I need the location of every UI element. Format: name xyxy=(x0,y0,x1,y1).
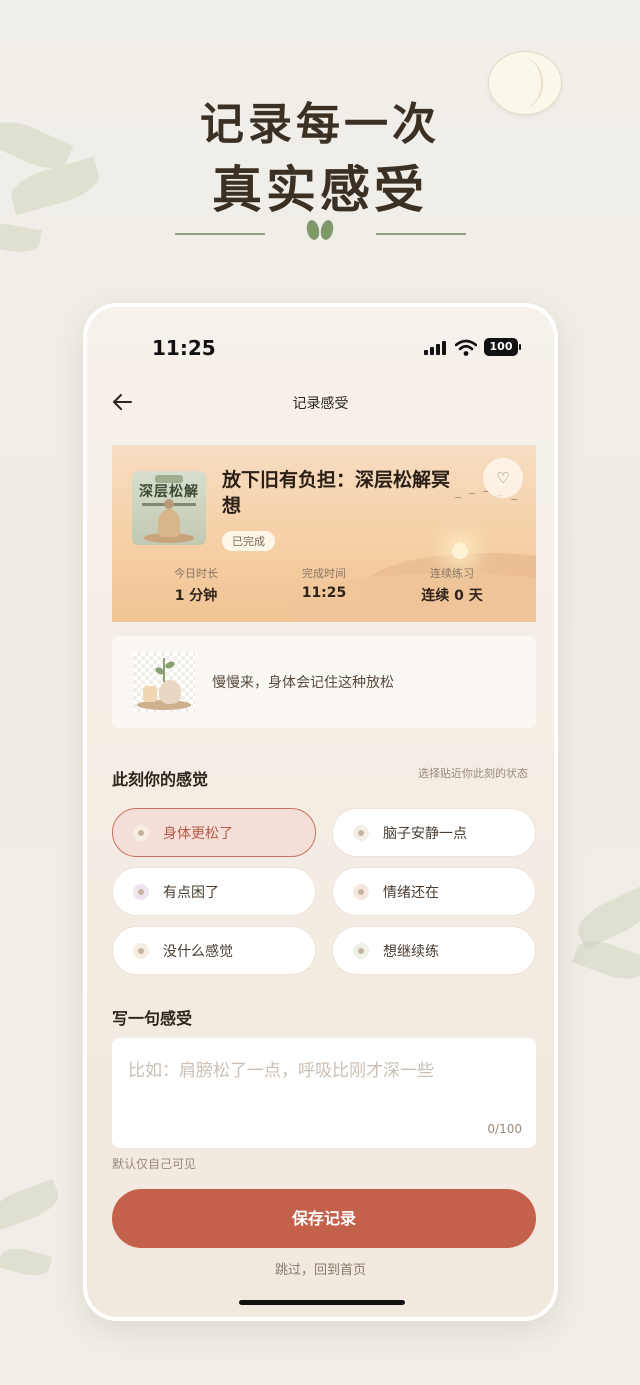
cellular-signal-icon xyxy=(424,341,448,355)
wifi-icon xyxy=(455,339,477,356)
status-time: 11:25 xyxy=(152,336,216,360)
calm-icon xyxy=(353,824,369,841)
stat-value: 连续 0 天 xyxy=(421,588,483,604)
note-section-title: 写一句感受 xyxy=(112,1009,193,1028)
quote-card: 慢慢来，身体会记住这种放松 xyxy=(112,636,536,728)
feelings-section-title: 此刻你的感觉 xyxy=(112,770,209,789)
session-thumbnail: 深层松解 xyxy=(132,471,206,545)
quote-text: 慢慢来，身体会记住这种放松 xyxy=(212,675,394,691)
chip-label: 脑子安静一点 xyxy=(383,825,467,842)
feeling-chip-no-feeling[interactable]: 没什么感觉 xyxy=(112,926,316,975)
leaf-decoration xyxy=(0,219,42,257)
moon-icon xyxy=(133,883,149,900)
ornament-line-right xyxy=(376,233,466,235)
privacy-note: 默认仅自己可见 xyxy=(112,1157,197,1171)
stat-today-duration: 今日时长 1 分钟 xyxy=(136,565,256,605)
vase-shape xyxy=(159,680,181,704)
feelings-hint: 选择贴近你此刻的状态 xyxy=(418,767,528,780)
hero-title-line1: 记录每一次 xyxy=(200,99,440,150)
battery-icon: 100 xyxy=(484,338,521,356)
skip-link[interactable]: 跳过，回到首页 xyxy=(87,1259,554,1278)
stat-streak: 连续练习 连续 0 天 xyxy=(392,565,512,605)
meditation-figure-icon xyxy=(158,499,180,537)
hero-title-line2: 真实感受 xyxy=(212,160,428,219)
stat-label: 连续练习 xyxy=(430,567,474,580)
favorite-heart-icon[interactable]: ♡ xyxy=(483,458,523,498)
leaf-decoration xyxy=(0,1178,64,1232)
home-indicator[interactable] xyxy=(239,1300,405,1305)
feeling-chip-continue[interactable]: 想继续练 xyxy=(332,926,536,975)
stat-value: 1 分钟 xyxy=(174,588,218,604)
chip-label: 有点困了 xyxy=(163,884,219,901)
feeling-note-input[interactable]: 比如：肩膀松了一点，呼吸比刚才深一些 0/100 xyxy=(112,1038,536,1148)
feeling-chip-sleepy[interactable]: 有点困了 xyxy=(112,867,316,916)
status-badge: 已完成 xyxy=(222,531,275,551)
stat-value: 11:25 xyxy=(301,585,347,601)
chip-label: 情绪还在 xyxy=(383,884,439,901)
session-title: 放下旧有负担：深层松解冥想 xyxy=(222,469,451,517)
sun-decoration xyxy=(452,543,468,559)
leaf-decoration xyxy=(571,884,640,950)
leaf-decoration xyxy=(571,933,640,987)
phone-frame: 11:25 100 记录感受 深层松解 放下旧有负担：深层松解冥想 已完成 ♡ … xyxy=(83,303,558,1321)
cup-shape xyxy=(143,686,157,702)
stat-label: 完成时间 xyxy=(302,567,346,580)
thumbnail-title: 深层松解 xyxy=(139,484,199,500)
session-banner: 深层松解 放下旧有负担：深层松解冥想 已完成 ♡ 今日时长 1 分钟 完成时间 … xyxy=(112,445,536,622)
chip-label: 身体更松了 xyxy=(163,825,233,842)
page-title: 记录感受 xyxy=(292,396,349,412)
sprout-icon xyxy=(307,218,333,246)
neutral-face-icon xyxy=(133,942,149,959)
plant-icon xyxy=(163,658,181,682)
chip-label: 没什么感觉 xyxy=(163,943,233,960)
leaf-icon xyxy=(133,824,149,841)
note-placeholder: 比如：肩膀松了一点，呼吸比刚才深一些 xyxy=(128,1061,434,1081)
app-screen: 11:25 100 记录感受 深层松解 放下旧有负担：深层松解冥想 已完成 ♡ … xyxy=(87,307,554,1317)
feeling-chip-mind-quiet[interactable]: 脑子安静一点 xyxy=(332,808,536,857)
ornament-line-left xyxy=(175,233,265,235)
stat-label: 今日时长 xyxy=(174,567,218,580)
tea-plant-image xyxy=(133,652,195,712)
cloud-icon xyxy=(353,883,369,900)
feeling-chip-emotion-remains[interactable]: 情绪还在 xyxy=(332,867,536,916)
chip-label: 想继续练 xyxy=(383,943,439,960)
stat-completion-time: 完成时间 11:25 xyxy=(264,565,384,601)
leaf-decoration xyxy=(0,1243,53,1281)
save-button[interactable]: 保存记录 xyxy=(112,1189,536,1248)
char-counter: 0/100 xyxy=(487,1122,522,1136)
feeling-chip-body-relaxed[interactable]: 身体更松了 xyxy=(112,808,316,857)
sprout-icon xyxy=(353,942,369,959)
